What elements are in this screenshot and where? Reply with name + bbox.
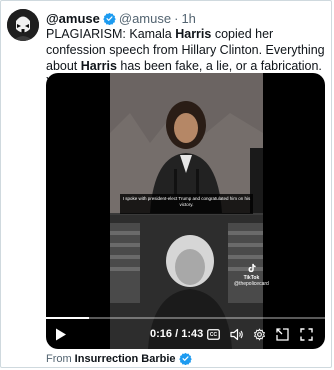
time-separator: / [175, 328, 179, 340]
author-name[interactable]: @amuse [46, 11, 100, 26]
gear-icon [254, 328, 265, 341]
tiktok-logo-icon [248, 263, 256, 273]
video-controls: 0:16 / 1:43 CC [46, 317, 325, 349]
verified-badge-icon [103, 12, 116, 25]
volume-icon [230, 328, 243, 341]
video-time-readout: 0:16 / 1:43 [150, 328, 203, 340]
tweet-text-highlight: Harris [80, 59, 117, 73]
video-caption: I spoke with president-elect Trump and c… [120, 194, 253, 214]
avatar[interactable] [7, 9, 39, 41]
video-current-time: 0:16 [150, 328, 173, 340]
author-handle[interactable]: @amuse [119, 11, 171, 26]
tweet-text-segment: PLAGIARISM: Kamala [46, 27, 176, 41]
fullscreen-icon [300, 328, 313, 341]
fullscreen-button[interactable] [300, 328, 313, 341]
tweet-timestamp[interactable]: 1h [181, 11, 195, 26]
tiktok-handle: @thepolicecard [234, 281, 269, 287]
video-duration: 1:43 [181, 328, 204, 340]
media-attribution: From Insurrection Barbie [46, 352, 195, 365]
volume-button[interactable] [230, 328, 244, 341]
captions-label: CC [209, 331, 218, 338]
tiktok-watermark: TikTok @thepolicecard [234, 263, 269, 287]
attribution-label: From [46, 352, 72, 365]
verified-badge-icon [178, 352, 192, 365]
separator-dot: · [174, 10, 179, 26]
settings-button[interactable] [253, 328, 266, 341]
attribution-source[interactable]: Insurrection Barbie [75, 353, 176, 365]
play-icon [56, 328, 66, 340]
tweet-text-highlight: Harris [175, 27, 212, 41]
video-player[interactable]: I spoke with president-elect Trump and c… [46, 73, 325, 349]
play-button[interactable] [54, 327, 68, 341]
picture-in-picture-icon [276, 328, 289, 341]
tweet-header: @amuse @amuse · 1h [46, 9, 196, 27]
pip-button[interactable] [276, 328, 289, 341]
captions-button[interactable]: CC [207, 329, 220, 340]
